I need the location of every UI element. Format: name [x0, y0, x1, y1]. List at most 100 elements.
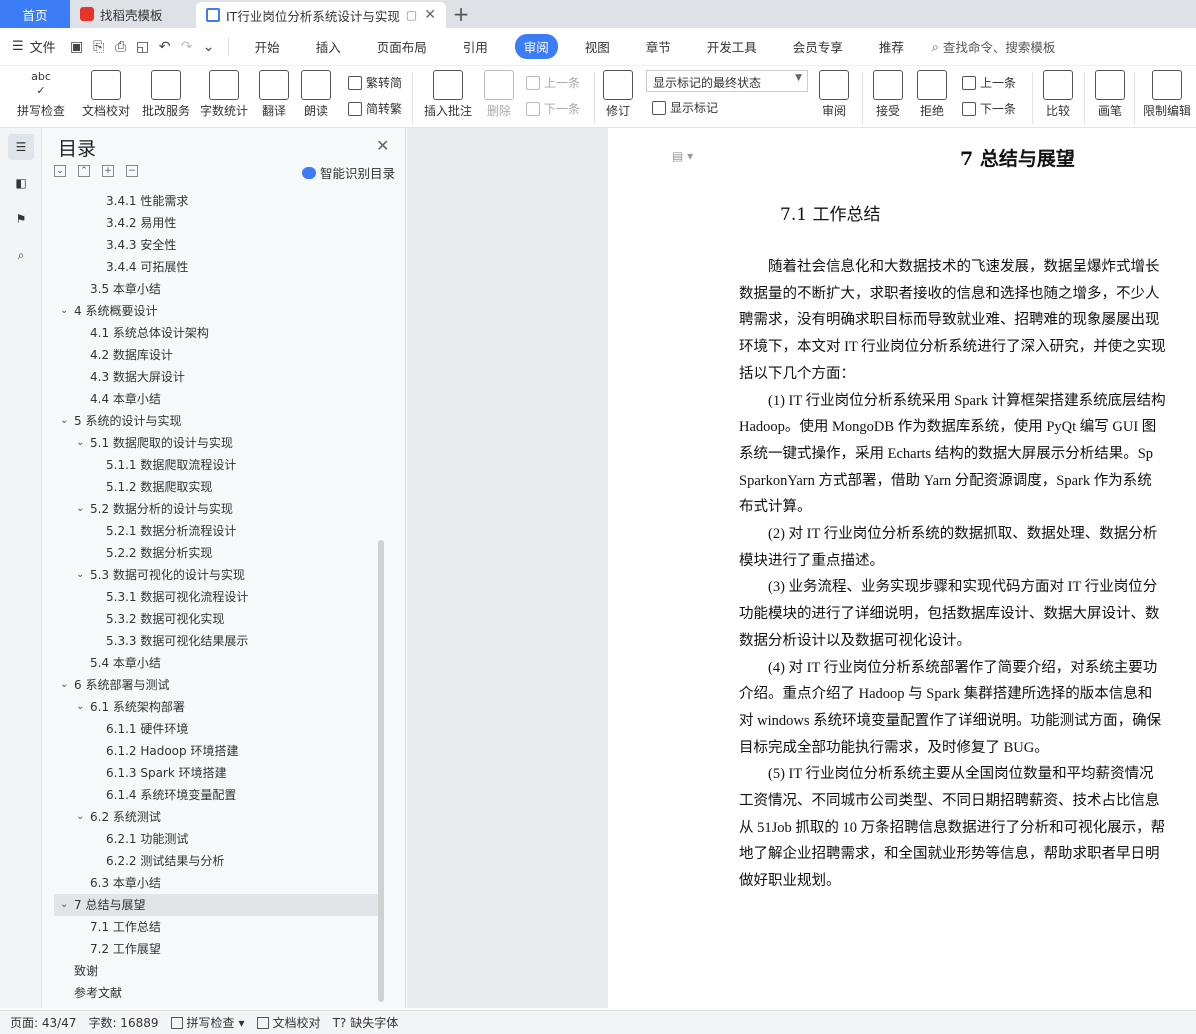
toc-item[interactable]: 4.1 系统总体设计架构 [54, 322, 378, 344]
pen-button[interactable]: 画笔 [1094, 70, 1126, 119]
toc-item[interactable]: 参考文献 [54, 982, 378, 1004]
export-pdf-icon[interactable]: ⎘ [88, 36, 110, 58]
smart-toc-button[interactable]: 智能识别目录 [302, 163, 395, 182]
tab-start[interactable]: 开始 [246, 34, 289, 59]
word-count-button[interactable]: 字数统计 [198, 70, 250, 119]
toc-item[interactable]: 3.4.3 安全性 [54, 234, 378, 256]
toc-item[interactable]: ⌄ 6.1 系统架构部署 [54, 696, 378, 718]
tab-developer[interactable]: 开发工具 [698, 34, 766, 59]
prev-change-button[interactable]: 上一条 [962, 74, 1016, 91]
restrict-edit-button[interactable]: 限制编辑 [1140, 70, 1194, 119]
chevron-down-icon[interactable]: ⌄ [60, 410, 68, 432]
accept-button[interactable]: 接受 [870, 70, 906, 119]
toc-item[interactable]: ⌄ 4 系统概要设计 [54, 300, 378, 322]
close-icon[interactable]: ✕ [376, 136, 389, 155]
tab-member[interactable]: 会员专享 [784, 34, 852, 59]
chevron-down-icon[interactable]: ⌄ [76, 806, 84, 828]
chevron-down-icon[interactable]: ⌄ [60, 894, 68, 916]
chevron-down-icon[interactable]: ⌄ [76, 432, 84, 454]
toc-item[interactable]: 5.2.1 数据分析流程设计 [54, 520, 378, 542]
toc-item[interactable]: ⌄ 5.2 数据分析的设计与实现 [54, 498, 378, 520]
customize-icon[interactable]: ⌄ [198, 36, 220, 58]
toc-item[interactable]: 5.2.2 数据分析实现 [54, 542, 378, 564]
trad-to-simp-button[interactable]: 繁转简 [348, 74, 402, 91]
tab-document[interactable]: IT行业岗位分析系统设计与实现 ▢ ✕ [196, 2, 446, 28]
tab-template[interactable]: 找稻壳模板 [70, 0, 196, 28]
save-icon[interactable]: ▣ [66, 36, 88, 58]
spell-check-status[interactable]: 拼写检查 ▾ [170, 1014, 245, 1031]
toc-item[interactable]: 6.1.4 系统环境变量配置 [54, 784, 378, 806]
toc-item[interactable]: 6.3 本章小结 [54, 872, 378, 894]
toc-item[interactable]: 6.2.2 测试结果与分析 [54, 850, 378, 872]
toc-item[interactable]: 5.4 本章小结 [54, 652, 378, 674]
chevron-down-icon[interactable]: ⌄ [76, 564, 84, 586]
next-change-button[interactable]: 下一条 [962, 100, 1016, 117]
reject-button[interactable]: 拒绝 [914, 70, 950, 119]
toc-item[interactable]: 6.1.3 Spark 环境搭建 [54, 762, 378, 784]
search-icon[interactable]: ⌕ [8, 242, 34, 268]
tab-review[interactable]: 审阅 [514, 34, 558, 59]
toc-item[interactable]: ⌄ 6.2 系统测试 [54, 806, 378, 828]
translate-button[interactable]: 翻译 [256, 70, 292, 119]
print-icon[interactable]: ⎙ [110, 36, 132, 58]
simp-to-trad-button[interactable]: 简转繁 [348, 100, 402, 117]
expand-up-icon[interactable]: ⌃ [78, 165, 90, 177]
toc-item[interactable]: 3.4.1 性能需求 [54, 190, 378, 212]
toc-item[interactable]: 7.2 工作展望 [54, 938, 378, 960]
collapse-all-icon[interactable]: ⌄ [54, 165, 66, 177]
chevron-down-icon[interactable]: ⌄ [76, 696, 84, 718]
new-tab-button[interactable]: + [446, 0, 476, 28]
toc-icon[interactable]: ☰ [8, 134, 34, 160]
command-search[interactable]: ⌕ 查找命令、搜索模板 [932, 37, 1056, 56]
redo-icon[interactable]: ↷ [176, 36, 198, 58]
show-markup-button[interactable]: 显示标记 [652, 99, 718, 116]
remove-heading-icon[interactable]: − [126, 165, 138, 177]
next-comment-button[interactable]: 下一条 [526, 100, 580, 117]
review-pane-button[interactable]: 审阅 [816, 70, 852, 119]
print-preview-icon[interactable]: ◱ [132, 36, 154, 58]
toc-item[interactable]: 3.5 本章小结 [54, 278, 378, 300]
batch-service-button[interactable]: 批改服务 [140, 70, 192, 119]
delete-comment-button[interactable]: 删除 [480, 70, 518, 119]
compare-button[interactable]: 比较 [1040, 70, 1076, 119]
chevron-down-icon[interactable]: ⌄ [76, 498, 84, 520]
track-changes-button[interactable]: 修订 [600, 70, 636, 119]
toc-item[interactable]: ⌄ 5.1 数据爬取的设计与实现 [54, 432, 378, 454]
proofread-status[interactable]: 文档校对 [256, 1014, 321, 1031]
proofread-button[interactable]: 文档校对 [80, 70, 132, 119]
toc-item[interactable]: 3.4.2 易用性 [54, 212, 378, 234]
tab-section[interactable]: 章节 [637, 34, 680, 59]
tab-insert[interactable]: 插入 [307, 34, 350, 59]
toc-item[interactable]: 4.2 数据库设计 [54, 344, 378, 366]
toc-item[interactable]: ⌄ 7 总结与展望 [54, 894, 378, 916]
doc-tools-icon[interactable]: ▤ ▾ [672, 149, 693, 163]
toc-item[interactable]: 7.1 工作总结 [54, 916, 378, 938]
tab-home[interactable]: 首页 [0, 0, 70, 28]
read-aloud-button[interactable]: 朗读 [300, 70, 332, 119]
toc-item[interactable]: 6.1.1 硬件环境 [54, 718, 378, 740]
toc-item[interactable]: 3.4.4 可拓展性 [54, 256, 378, 278]
add-heading-icon[interactable]: + [102, 165, 114, 177]
toc-scrollbar[interactable] [378, 540, 384, 1002]
word-count[interactable]: 字数: 16889 [88, 1014, 158, 1031]
toc-item[interactable]: 4.4 本章小结 [54, 388, 378, 410]
insert-comment-button[interactable]: 插入批注 [422, 70, 474, 119]
toc-item[interactable]: 5.1.2 数据爬取实现 [54, 476, 378, 498]
tab-view[interactable]: 视图 [576, 34, 619, 59]
toc-item[interactable]: 5.3.3 数据可视化结果展示 [54, 630, 378, 652]
bookmark-icon[interactable]: ⚑ [8, 206, 34, 232]
toc-item[interactable]: ⌄ 5 系统的设计与实现 [54, 410, 378, 432]
missing-font-status[interactable]: T? 缺失字体 [333, 1014, 399, 1031]
spell-check-button[interactable]: abc ✓ 拼写检查 [10, 70, 72, 119]
toc-item[interactable]: ⌄ 5.3 数据可视化的设计与实现 [54, 564, 378, 586]
tab-page-layout[interactable]: 页面布局 [368, 34, 436, 59]
tab-reference[interactable]: 引用 [454, 34, 497, 59]
toc-item[interactable]: 5.3.1 数据可视化流程设计 [54, 586, 378, 608]
markup-display-select[interactable]: 显示标记的最终状态 ▼ [646, 70, 808, 92]
chevron-down-icon[interactable]: ⌄ [60, 300, 68, 322]
chevron-down-icon[interactable]: ⌄ [60, 674, 68, 696]
close-icon[interactable]: ✕ [424, 7, 436, 23]
prev-comment-button[interactable]: 上一条 [526, 74, 580, 91]
page-count[interactable]: 页面: 43/47 [10, 1014, 76, 1031]
file-menu[interactable]: ☰ 文件 [12, 37, 56, 56]
